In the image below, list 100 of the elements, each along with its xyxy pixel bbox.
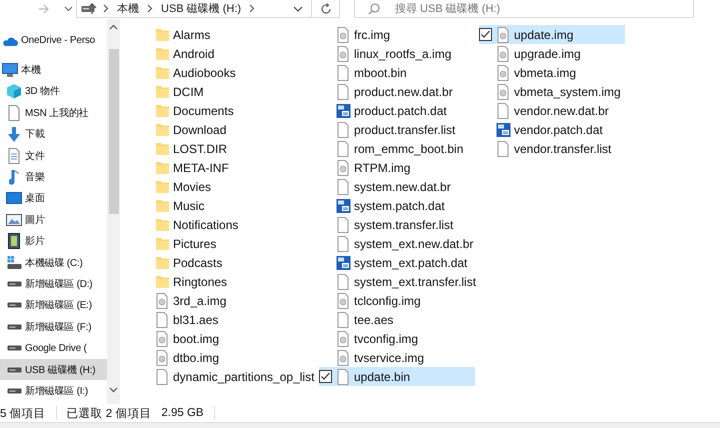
item-count: 5 個項目 (0, 406, 46, 420)
file-icon (336, 178, 351, 194)
sidebar-item[interactable]: 3D 物件 (0, 80, 107, 102)
up-arrow-icon[interactable] (87, 3, 97, 15)
sidebar-item[interactable]: 圖片 (0, 209, 107, 231)
address-bar[interactable]: 本機 USB 磁碟機 (H:) (76, 0, 312, 18)
file-item[interactable]: META-INF (138, 158, 237, 177)
sidebar-item[interactable]: USB 磁碟機 (H:) (0, 358, 107, 380)
file-item[interactable]: Movies (138, 177, 220, 196)
file-icon (336, 84, 351, 100)
file-item[interactable]: linux_rootfs_a.img (319, 44, 460, 63)
file-item[interactable]: tee.aes (319, 310, 402, 329)
file-item[interactable]: product.new.dat.br (319, 82, 461, 101)
cloud-icon (2, 34, 18, 47)
file-item[interactable]: RTPM.img (319, 158, 418, 177)
sidebar-item[interactable]: MSN 上我的社 (0, 102, 107, 124)
file-item[interactable]: dtbo.img (138, 348, 228, 367)
sidebar-item[interactable]: 文件 (0, 144, 107, 166)
sidebar-item[interactable]: OneDrive - Perso (0, 30, 107, 52)
file-item[interactable]: Podcasts (138, 253, 230, 272)
file-item[interactable]: system_ext.patch.dat (319, 253, 476, 272)
breadcrumb-item[interactable]: USB 磁碟機 (H:) (161, 1, 242, 16)
disc-file-icon (336, 292, 351, 308)
folder-icon (155, 84, 170, 100)
file-item[interactable]: Music (138, 196, 212, 215)
file-icon (336, 312, 351, 328)
file-item[interactable]: Pictures (138, 234, 224, 253)
file-item[interactable]: system.transfer.list (319, 215, 462, 234)
page-icon (6, 104, 22, 121)
sidebar-item[interactable]: 新增磁碟區 (F:) (0, 316, 107, 338)
sidebar-item[interactable]: 桌面 (0, 188, 107, 210)
file-item[interactable]: Alarms (138, 25, 218, 44)
data-file-icon (336, 254, 351, 270)
scrollbar[interactable] (107, 19, 120, 404)
sidebar-item[interactable]: 影片 (0, 230, 107, 252)
file-item[interactable]: LOST.DIR (138, 139, 236, 158)
checkbox[interactable] (479, 28, 492, 41)
file-item[interactable]: product.patch.dat (319, 101, 455, 120)
disc-file-icon (336, 46, 351, 62)
file-item[interactable]: vendor.new.dat.br (479, 101, 617, 120)
sidebar-item[interactable]: 新增磁碟區 (E:) (0, 294, 107, 316)
picture-icon (6, 214, 22, 226)
file-item[interactable]: Notifications (138, 215, 246, 234)
file-item[interactable]: vbmeta_system.img (479, 82, 629, 101)
file-item[interactable]: Android (138, 44, 222, 63)
file-item[interactable]: Audiobooks (138, 63, 244, 82)
file-item[interactable]: tvconfig.img (319, 329, 426, 348)
refresh-button[interactable] (312, 0, 340, 18)
folder-icon (155, 254, 170, 270)
file-item[interactable]: vbmeta.img (479, 63, 584, 82)
file-item[interactable]: product.transfer.list (319, 120, 464, 139)
scrollbar-thumb[interactable] (108, 49, 118, 214)
file-item[interactable]: system_ext.new.dat.br (319, 234, 482, 253)
sidebar-item[interactable]: Google Drive ( (0, 337, 107, 359)
file-item[interactable]: rom_emmc_boot.bin (319, 139, 472, 158)
refresh-icon (320, 2, 332, 14)
file-item[interactable]: system.new.dat.br (319, 177, 459, 196)
chevron-down-icon[interactable] (64, 6, 73, 12)
drive-icon (6, 324, 22, 330)
file-item[interactable]: Ringtones (138, 272, 236, 291)
chevron-down-icon[interactable] (293, 6, 303, 12)
sidebar-item[interactable]: 下載 (0, 124, 107, 145)
file-item[interactable]: frc.img (319, 25, 398, 44)
folder-icon (155, 64, 170, 80)
file-item[interactable]: update.bin (319, 367, 475, 386)
file-item[interactable]: mboot.bin (319, 63, 415, 82)
search-field[interactable]: 搜尋 USB 磁碟機 (H:) (354, 0, 694, 18)
file-item[interactable]: update.img (479, 25, 625, 44)
file-item[interactable]: 3rd_a.img (138, 291, 234, 310)
sidebar-item[interactable]: 本機 (0, 59, 107, 81)
folder-icon (155, 46, 170, 62)
file-item[interactable]: Documents (138, 101, 242, 120)
sidebar-item[interactable]: 新增磁碟區 (I:) (0, 380, 107, 402)
file-item[interactable]: tclconfig.img (319, 291, 429, 310)
chevron-right-icon (147, 4, 153, 13)
file-item[interactable]: vendor.transfer.list (479, 139, 620, 158)
data-file-icon (336, 102, 351, 118)
file-item[interactable]: Download (138, 120, 234, 139)
folder-icon (155, 26, 170, 42)
file-item[interactable]: system.patch.dat (319, 196, 453, 215)
sidebar-item[interactable]: 音樂 (0, 166, 107, 188)
drive-icon (6, 366, 22, 373)
sidebar-item[interactable]: 本機磁碟 (C:) (0, 252, 107, 274)
file-item[interactable]: system_ext.transfer.list (319, 272, 484, 291)
file-item[interactable]: vendor.patch.dat (479, 120, 611, 139)
file-icon (336, 122, 351, 138)
folder-icon (155, 198, 170, 214)
file-item[interactable]: upgrade.img (479, 44, 589, 63)
sidebar-item[interactable]: 新增磁碟區 (D:) (0, 273, 107, 295)
file-item[interactable]: bl31.aes (138, 310, 226, 329)
file-item[interactable]: tvservice.img (319, 348, 432, 367)
disc-file-icon (155, 330, 170, 346)
breadcrumb-item[interactable]: 本機 (117, 1, 139, 16)
checkbox[interactable] (319, 370, 332, 383)
disc-file-icon (496, 64, 511, 80)
disc-file-icon (496, 84, 511, 100)
file-item[interactable]: DCIM (138, 82, 212, 101)
file-icon (336, 140, 351, 156)
file-item[interactable]: boot.img (138, 329, 228, 348)
file-icon (496, 102, 511, 118)
